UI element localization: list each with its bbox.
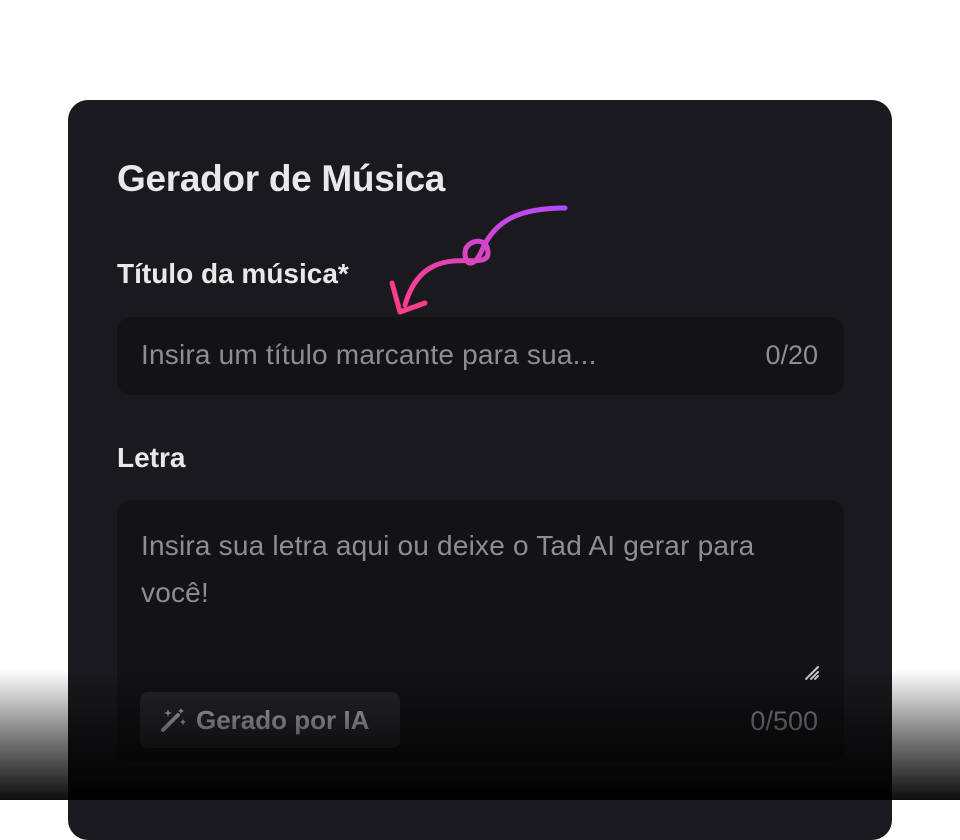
- title-input[interactable]: Insira um título marcante para sua... 0/…: [117, 317, 844, 395]
- title-placeholder: Insira um título marcante para sua...: [141, 339, 597, 370]
- lyrics-field-label: Letra: [117, 442, 186, 473]
- title-char-counter: 0/20: [765, 340, 818, 370]
- lyrics-char-counter: 0/500: [750, 706, 818, 736]
- lyrics-textarea[interactable]: Insira sua letra aqui ou deixe o Tad AI …: [117, 500, 844, 762]
- magic-wand-icon: [161, 708, 186, 732]
- ai-generate-label: Gerado por IA: [196, 704, 370, 735]
- title-field-label: Título da música*: [117, 258, 349, 289]
- lyrics-placeholder: Insira sua letra aqui ou deixe o Tad AI …: [141, 530, 755, 608]
- curly-arrow-icon: [389, 205, 568, 315]
- ai-generate-button[interactable]: Gerado por IA: [140, 692, 400, 748]
- resize-handle-icon[interactable]: [804, 665, 820, 681]
- page-title: Gerador de Música: [117, 158, 446, 199]
